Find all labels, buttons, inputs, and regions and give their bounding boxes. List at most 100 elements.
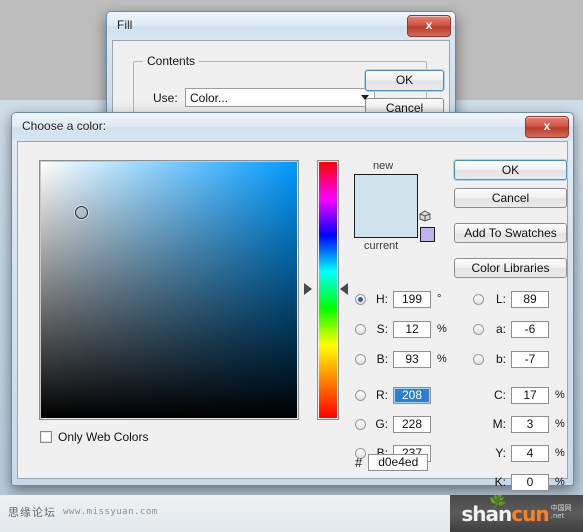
label-s: S: [376,322,388,336]
saturation-brightness-field[interactable] [41,162,297,418]
radio-l[interactable] [473,293,484,305]
hue-slider-frame [317,160,339,420]
current-color-label: current [364,240,399,252]
label-y: Y: [495,446,506,460]
forum-url: www.missyuan.com [63,507,158,517]
color-picker-cancel-button[interactable]: Cancel [454,188,567,208]
radio-r[interactable] [355,389,366,401]
logo-wordmark: 🌿 shancun 中国网 .net [461,495,572,526]
input-k[interactable]: 0 [511,473,549,491]
radio-h[interactable] [355,293,366,305]
forum-name: 思缘论坛 [8,506,56,519]
unit-b-brightness: % [437,353,447,365]
use-dropdown[interactable]: Color... [185,88,375,107]
lab-row-l: L: 89 [473,289,549,309]
use-label: Use: [153,91,178,105]
unit-y: % [555,447,565,459]
label-r: R: [376,388,388,402]
hue-slider-handle-right[interactable] [340,283,348,295]
rgb-row-r: R: 208 [355,385,431,405]
hsb-row-s: S: 12 % [355,319,447,339]
logo-part2: cun [511,501,549,526]
current-color-swatch[interactable] [355,206,417,237]
input-r[interactable]: 208 [393,386,431,404]
input-b-brightness[interactable]: 93 [393,350,431,368]
label-h: H: [376,292,388,306]
lab-row-b: b: -7 [473,349,549,369]
radio-s[interactable] [355,323,366,335]
hsb-row-b: B: 93 % [355,349,447,369]
label-b-brightness: B: [376,352,388,366]
unit-m: % [555,418,565,430]
hex-input[interactable]: d0e4ed [368,454,429,471]
add-to-swatches-button[interactable]: Add To Swatches [454,223,567,243]
contents-group-label: Contents [143,54,200,68]
cmyk-row-c: C: 17 % [473,385,565,405]
fill-dialog-titlebar[interactable]: Fill x [107,12,455,40]
hue-slider-handle-left[interactable] [304,283,312,295]
lab-row-a: a: -6 [473,319,549,339]
logo-suffix-bottom: .net [550,511,565,520]
color-picker-dialog: Choose a color: x Only Web Colors new cu… [11,112,574,491]
label-c: C: [494,388,506,402]
unit-s: % [437,323,447,335]
cmyk-row-m: M: 3 % [473,414,565,434]
fill-dialog: Fill x Contents Use: Color... Custom Pat… [106,11,456,147]
hsb-row-h: H: 199 ° [355,289,441,309]
label-lab-b: b: [495,352,506,366]
input-h[interactable]: 199 [393,290,431,308]
color-picker-titlebar[interactable]: Choose a color: x [12,113,573,141]
input-s[interactable]: 12 [393,320,431,338]
logo-suffix: 中国网 .net [551,504,572,520]
use-dropdown-value: Color... [190,91,229,105]
color-picker-body: Only Web Colors new current OK Cancel Ad… [17,141,568,491]
unit-c: % [555,389,565,401]
close-icon[interactable]: x [525,116,569,138]
radio-a[interactable] [473,323,484,335]
cmyk-row-y: Y: 4 % [473,443,565,463]
shancun-logo: 🌿 shancun 中国网 .net [450,495,583,532]
input-lab-b[interactable]: -7 [511,350,549,368]
out-of-gamut-warning-icon[interactable] [419,210,431,222]
radio-lab-b[interactable] [473,353,484,365]
footer-watermark-bar: 思缘论坛 www.missyuan.com 🌿 shancun 中国网 .net [0,495,583,532]
new-color-swatch [355,175,417,206]
footer-credit: 思缘论坛 www.missyuan.com [8,504,158,520]
label-g: G: [375,417,388,431]
unit-k: % [555,476,565,488]
label-l: L: [495,292,506,306]
color-field-frame [39,160,299,420]
input-l[interactable]: 89 [511,290,549,308]
color-preview-swatch [354,174,418,238]
hex-row: # d0e4ed [355,454,429,471]
hex-hash-label: # [355,455,363,470]
color-field-marker[interactable] [75,206,88,219]
input-y[interactable]: 4 [511,444,549,462]
logo-suffix-top: 中国网 [550,503,572,512]
color-libraries-button[interactable]: Color Libraries [454,258,567,278]
input-c[interactable]: 17 [511,386,549,404]
checkbox-icon [40,431,52,443]
new-color-label: new [373,160,394,172]
only-web-colors-checkbox[interactable]: Only Web Colors [40,430,148,444]
unit-h: ° [437,293,442,305]
web-safe-color-swatch[interactable] [420,227,435,242]
fill-dialog-title: Fill [117,18,133,32]
color-picker-title: Choose a color: [22,119,107,133]
input-a[interactable]: -6 [511,320,549,338]
input-g[interactable]: 228 [393,415,431,433]
input-m[interactable]: 3 [511,415,549,433]
only-web-colors-label: Only Web Colors [58,430,149,444]
rgb-row-g: G: 228 [355,414,431,434]
leaf-icon: 🌿 [488,495,508,511]
color-picker-ok-button[interactable]: OK [454,160,567,180]
radio-g[interactable] [355,418,366,430]
label-a: a: [495,322,506,336]
fill-ok-button[interactable]: OK [365,70,444,91]
label-k: K: [494,475,506,489]
cmyk-row-k: K: 0 % [473,472,565,492]
hue-slider[interactable] [319,162,337,418]
close-icon[interactable]: x [407,15,451,37]
radio-b-brightness[interactable] [355,353,366,365]
label-m: M: [492,417,506,431]
